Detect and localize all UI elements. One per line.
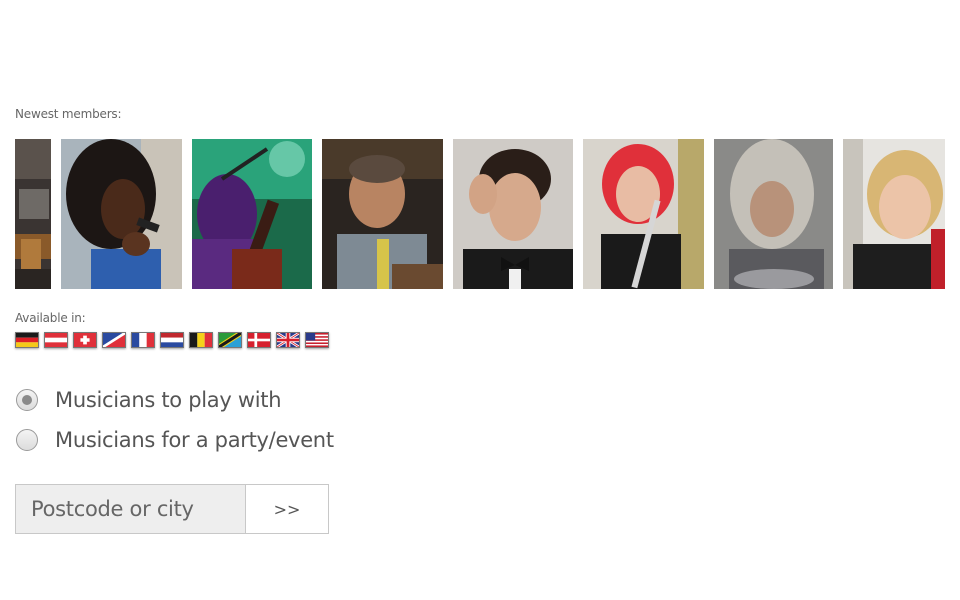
belgium-flag[interactable] xyxy=(189,332,213,348)
country-flags xyxy=(15,332,329,348)
member-photo[interactable] xyxy=(453,139,573,289)
available-in-label: Available in: xyxy=(15,311,86,325)
location-search-input[interactable] xyxy=(15,484,245,534)
member-photo[interactable] xyxy=(583,139,704,289)
luxembourg-flag[interactable] xyxy=(102,332,126,348)
radio-option-play-with[interactable]: Musicians to play with xyxy=(16,387,282,413)
search-submit-button[interactable]: >> xyxy=(245,484,329,534)
denmark-flag[interactable] xyxy=(247,332,271,348)
germany-flag[interactable] xyxy=(15,332,39,348)
page: Newest members: Available in: Musicians … xyxy=(0,0,960,600)
member-photo[interactable] xyxy=(192,139,312,289)
newest-members-label: Newest members: xyxy=(15,107,122,121)
switzerland-flag[interactable] xyxy=(73,332,97,348)
netherlands-flag[interactable] xyxy=(160,332,184,348)
tanzania-flag[interactable] xyxy=(218,332,242,348)
member-photo[interactable] xyxy=(15,139,51,289)
search-form: >> xyxy=(15,484,329,534)
radio-button-play-with[interactable] xyxy=(16,389,38,411)
france-flag[interactable] xyxy=(131,332,155,348)
uk-flag[interactable] xyxy=(276,332,300,348)
member-photo[interactable] xyxy=(322,139,443,289)
radio-label-play-with: Musicians to play with xyxy=(55,388,282,412)
usa-flag[interactable] xyxy=(305,332,329,348)
austria-flag[interactable] xyxy=(44,332,68,348)
newest-members-strip xyxy=(15,139,945,289)
radio-button-party-event[interactable] xyxy=(16,429,38,451)
radio-label-party-event: Musicians for a party/event xyxy=(55,428,334,452)
member-photo[interactable] xyxy=(714,139,833,289)
radio-option-party-event[interactable]: Musicians for a party/event xyxy=(16,427,334,453)
member-photo[interactable] xyxy=(61,139,182,289)
member-photo[interactable] xyxy=(843,139,945,289)
